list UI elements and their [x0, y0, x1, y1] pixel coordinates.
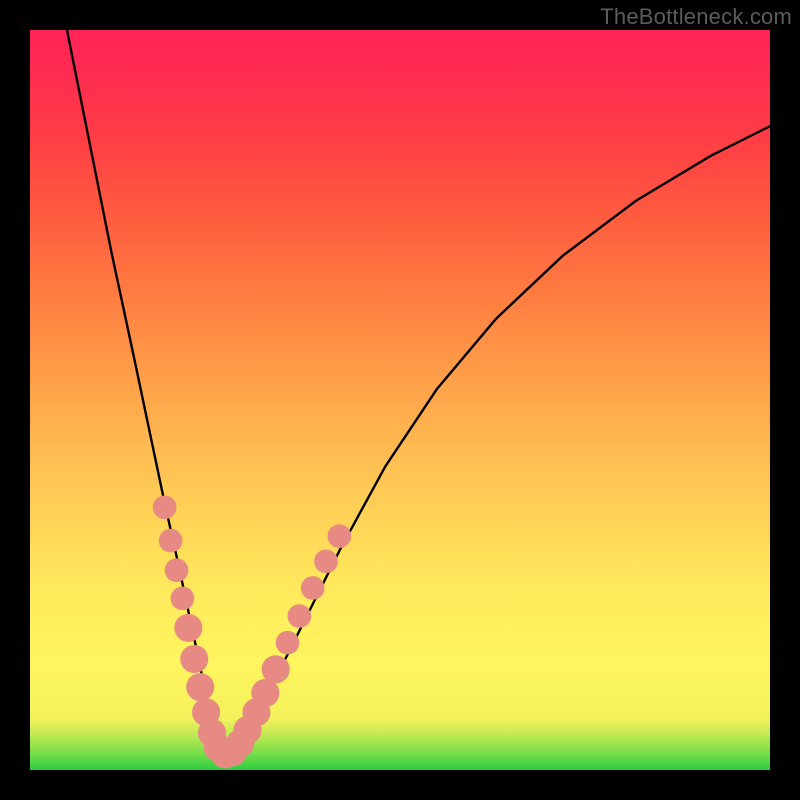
bottleneck-curve: [67, 30, 770, 755]
chart-svg: [30, 30, 770, 770]
watermark-text: TheBottleneck.com: [600, 4, 792, 30]
curve-marker: [276, 631, 300, 655]
curve-marker: [174, 614, 202, 642]
curve-marker: [153, 495, 177, 519]
curve-marker: [262, 655, 290, 683]
curve-marker: [159, 529, 183, 553]
curve-marker: [288, 604, 312, 628]
highlighted-points: [153, 495, 351, 768]
curve-marker: [171, 586, 195, 610]
curve-marker: [314, 549, 338, 573]
curve-marker: [165, 558, 189, 582]
curve-marker: [186, 673, 214, 701]
curve-marker: [327, 524, 351, 548]
chart-frame: TheBottleneck.com: [0, 0, 800, 800]
curve-marker: [301, 576, 325, 600]
curve-marker: [180, 645, 208, 673]
